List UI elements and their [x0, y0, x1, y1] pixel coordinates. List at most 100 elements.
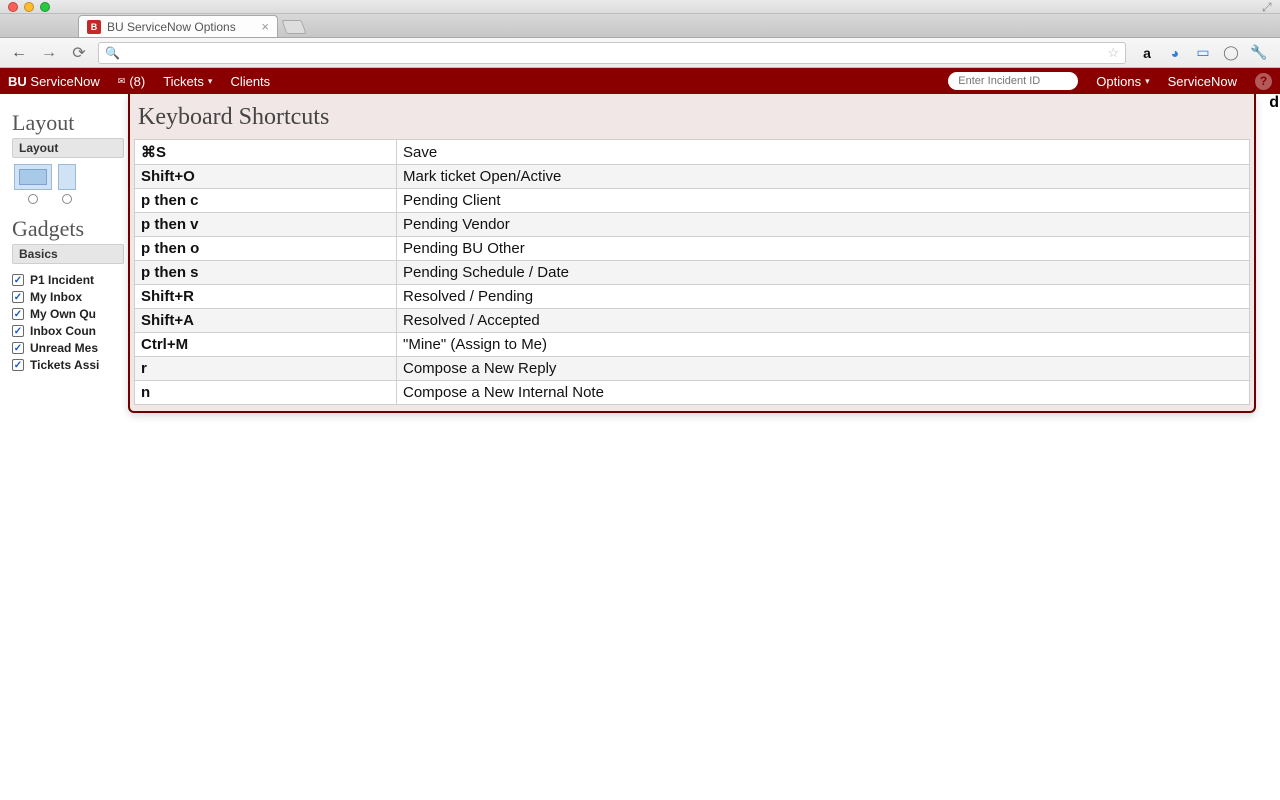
amazon-ext-icon[interactable]: a — [1138, 44, 1156, 62]
checkbox-icon[interactable]: ✓ — [12, 291, 24, 303]
reload-icon[interactable]: ⟳ — [68, 42, 90, 64]
background-text: d — [1269, 94, 1279, 112]
gadget-check-label: Tickets Assi — [30, 358, 99, 372]
shortcuts-table: ⌘SSaveShift+OMark ticket Open/Activep th… — [134, 139, 1250, 405]
shortcut-key: Ctrl+M — [135, 333, 397, 357]
shortcut-row: Shift+OMark ticket Open/Active — [135, 165, 1250, 189]
shortcut-description: "Mine" (Assign to Me) — [397, 333, 1250, 357]
keyboard-shortcuts-panel: Keyboard Shortcuts ⌘SSaveShift+OMark tic… — [128, 94, 1256, 413]
shortcut-row: nCompose a New Internal Note — [135, 381, 1250, 405]
tickets-menu[interactable]: Tickets▾ — [163, 74, 212, 89]
shortcut-description: Save — [397, 140, 1250, 165]
checkbox-icon[interactable]: ✓ — [12, 308, 24, 320]
forward-icon[interactable]: → — [38, 42, 60, 64]
shortcut-key: n — [135, 381, 397, 405]
app-brand[interactable]: BU ServiceNow — [8, 74, 100, 89]
extension-icon-2[interactable]: ▭ — [1194, 44, 1212, 62]
window-minimize-icon[interactable] — [24, 2, 34, 12]
shortcut-description: Resolved / Pending — [397, 285, 1250, 309]
shortcut-row: Shift+RResolved / Pending — [135, 285, 1250, 309]
back-icon[interactable]: ← — [8, 42, 30, 64]
layout-thumbnails — [14, 164, 124, 204]
layout-radio-2[interactable] — [62, 194, 72, 204]
shortcut-description: Pending Vendor — [397, 213, 1250, 237]
shortcut-key: p then s — [135, 261, 397, 285]
search-icon: 🔍 — [105, 46, 120, 60]
gadget-check-label: Unread Mes — [30, 341, 98, 355]
browser-tabstrip: B BU ServiceNow Options × — [0, 14, 1280, 38]
help-icon[interactable]: ? — [1255, 73, 1272, 90]
gadget-check-item[interactable]: ✓ My Own Qu — [12, 307, 124, 321]
gadget-check-label: P1 Incident — [30, 273, 94, 287]
inbox-menu[interactable]: ✉ (8) — [118, 74, 145, 89]
extension-icon-3[interactable]: ◯ — [1222, 44, 1240, 62]
gadget-check-item[interactable]: ✓ My Inbox — [12, 290, 124, 304]
options-menu[interactable]: Options▾ — [1096, 74, 1149, 89]
shortcut-key: p then c — [135, 189, 397, 213]
gadget-check-label: Inbox Coun — [30, 324, 96, 338]
shortcut-row: Ctrl+M"Mine" (Assign to Me) — [135, 333, 1250, 357]
shortcut-row: p then oPending BU Other — [135, 237, 1250, 261]
gadget-check-item[interactable]: ✓ Tickets Assi — [12, 358, 124, 372]
shortcut-description: Resolved / Accepted — [397, 309, 1250, 333]
checkbox-icon[interactable]: ✓ — [12, 359, 24, 371]
layout-thumb-1[interactable] — [14, 164, 52, 190]
window-expand-icon[interactable]: ⤢ — [1262, 1, 1274, 13]
gadget-check-item[interactable]: ✓ Unread Mes — [12, 341, 124, 355]
browser-tab-title: BU ServiceNow Options — [107, 20, 236, 34]
url-bar[interactable]: 🔍 ☆ — [98, 42, 1126, 64]
shortcut-key: ⌘S — [135, 140, 397, 165]
gadget-check-label: My Inbox — [30, 290, 82, 304]
sidebar-section-layout-sub: Layout — [12, 138, 124, 158]
shortcut-key: r — [135, 357, 397, 381]
incident-id-input[interactable] — [948, 72, 1078, 90]
browser-tab-active[interactable]: B BU ServiceNow Options × — [78, 15, 278, 37]
shortcut-description: Pending Client — [397, 189, 1250, 213]
shortcut-key: Shift+A — [135, 309, 397, 333]
sidebar-section-layout-title: Layout — [12, 110, 124, 136]
shortcut-row: p then vPending Vendor — [135, 213, 1250, 237]
checkbox-icon[interactable]: ✓ — [12, 274, 24, 286]
shortcut-row: rCompose a New Reply — [135, 357, 1250, 381]
favicon-icon: B — [87, 20, 101, 34]
checkbox-icon[interactable]: ✓ — [12, 325, 24, 337]
new-tab-button[interactable] — [281, 20, 306, 34]
os-titlebar: ⤢ — [0, 0, 1280, 14]
shortcut-key: p then o — [135, 237, 397, 261]
browser-toolbar: ← → ⟳ 🔍 ☆ a ◕ ▭ ◯ 🔧 — [0, 38, 1280, 68]
modal-title: Keyboard Shortcuts — [130, 94, 1254, 139]
shortcut-row: p then cPending Client — [135, 189, 1250, 213]
inbox-count: (8) — [129, 74, 145, 89]
shortcut-description: Pending Schedule / Date — [397, 261, 1250, 285]
clients-menu[interactable]: Clients — [230, 74, 270, 89]
servicenow-link[interactable]: ServiceNow — [1168, 74, 1237, 89]
chevron-down-icon: ▾ — [1145, 76, 1150, 87]
shortcut-description: Mark ticket Open/Active — [397, 165, 1250, 189]
gadget-checklist: ✓ P1 Incident ✓ My Inbox ✓ My Own Qu ✓ Inbox Co… — [12, 270, 124, 375]
layout-thumb-2[interactable] — [58, 164, 76, 190]
bookmark-star-icon[interactable]: ☆ — [1107, 45, 1119, 61]
wrench-icon[interactable]: 🔧 — [1250, 44, 1268, 62]
shortcut-description: Compose a New Internal Note — [397, 381, 1250, 405]
gadget-check-item[interactable]: ✓ Inbox Coun — [12, 324, 124, 338]
shortcut-description: Pending BU Other — [397, 237, 1250, 261]
browser-extension-icons: a ◕ ▭ ◯ 🔧 — [1134, 44, 1272, 62]
shortcut-description: Compose a New Reply — [397, 357, 1250, 381]
checkbox-icon[interactable]: ✓ — [12, 342, 24, 354]
content-area: Layout Layout Gadgets Basics ✓ P1 Inciden… — [0, 94, 1280, 800]
app-menubar: BU ServiceNow ✉ (8) Tickets▾ Clients Opt… — [0, 68, 1280, 94]
gadget-check-item[interactable]: ✓ P1 Incident — [12, 273, 124, 287]
envelope-icon: ✉ — [118, 76, 126, 87]
tab-close-icon[interactable]: × — [261, 19, 269, 34]
shortcut-row: p then sPending Schedule / Date — [135, 261, 1250, 285]
shortcut-row: ⌘SSave — [135, 140, 1250, 165]
layout-radio-1[interactable] — [28, 194, 38, 204]
sidebar-section-gadgets-sub: Basics — [12, 244, 124, 264]
shortcut-key: Shift+R — [135, 285, 397, 309]
shortcut-key: p then v — [135, 213, 397, 237]
window-zoom-icon[interactable] — [40, 2, 50, 12]
sidebar-section-gadgets-title: Gadgets — [12, 216, 124, 242]
window-close-icon[interactable] — [8, 2, 18, 12]
gadget-check-label: My Own Qu — [30, 307, 96, 321]
extension-icon[interactable]: ◕ — [1166, 44, 1184, 62]
